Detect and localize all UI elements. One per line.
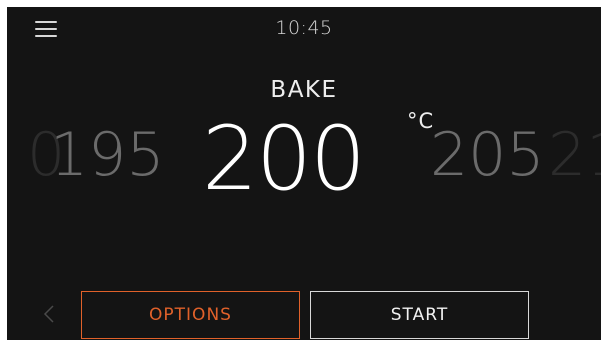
start-button[interactable]: START bbox=[310, 291, 529, 339]
temperature-option-previous[interactable]: 195 bbox=[50, 125, 165, 185]
chevron-left-icon[interactable] bbox=[43, 305, 55, 323]
temperature-option-next[interactable]: 205 bbox=[430, 125, 545, 185]
cooking-mode-label: BAKE bbox=[270, 77, 338, 103]
temperature-selected-value: 200 bbox=[202, 107, 366, 210]
clock-time: 10:45 bbox=[275, 17, 333, 39]
temperature-selector[interactable]: 0 195 200 205 21 bbox=[7, 115, 601, 215]
oven-control-screen: 10:45 BAKE 0 195 200 205 21 °C OPTIONS S… bbox=[7, 7, 601, 340]
options-button[interactable]: OPTIONS bbox=[81, 291, 300, 339]
temperature-option-far-right[interactable]: 21 bbox=[548, 125, 601, 185]
temperature-unit: °C bbox=[407, 109, 435, 133]
